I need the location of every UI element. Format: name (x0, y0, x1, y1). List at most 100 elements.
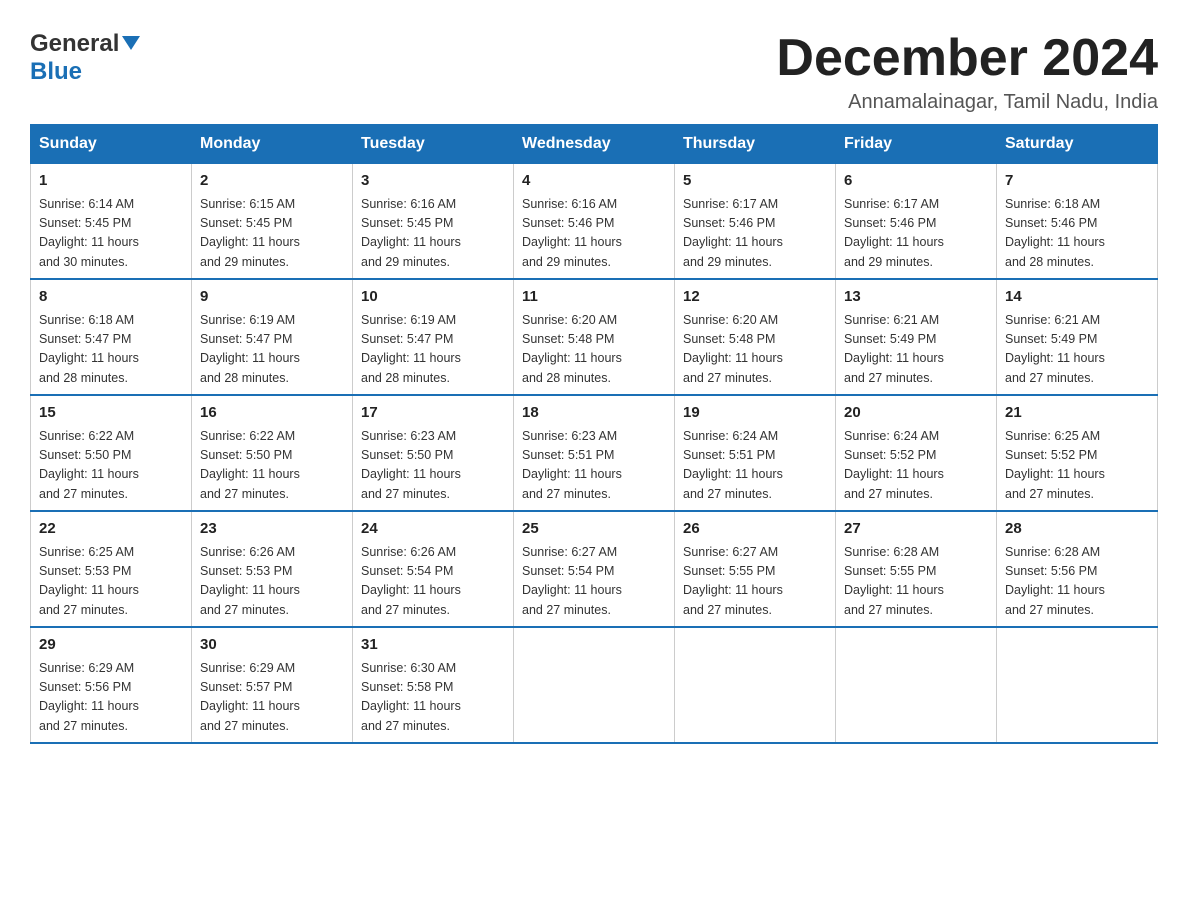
calendar-cell: 2 Sunrise: 6:15 AM Sunset: 5:45 PM Dayli… (192, 164, 353, 280)
day-info: Sunrise: 6:22 AM Sunset: 5:50 PM Dayligh… (200, 427, 344, 505)
calendar-cell (675, 627, 836, 743)
calendar-cell (514, 627, 675, 743)
day-number: 1 (39, 170, 183, 193)
calendar-week-5: 29 Sunrise: 6:29 AM Sunset: 5:56 PM Dayl… (31, 627, 1158, 743)
calendar-week-2: 8 Sunrise: 6:18 AM Sunset: 5:47 PM Dayli… (31, 279, 1158, 395)
day-info: Sunrise: 6:15 AM Sunset: 5:45 PM Dayligh… (200, 195, 344, 273)
calendar-cell: 28 Sunrise: 6:28 AM Sunset: 5:56 PM Dayl… (997, 511, 1158, 627)
calendar-cell: 14 Sunrise: 6:21 AM Sunset: 5:49 PM Dayl… (997, 279, 1158, 395)
calendar-cell: 3 Sunrise: 6:16 AM Sunset: 5:45 PM Dayli… (353, 164, 514, 280)
calendar-cell: 29 Sunrise: 6:29 AM Sunset: 5:56 PM Dayl… (31, 627, 192, 743)
calendar-cell: 5 Sunrise: 6:17 AM Sunset: 5:46 PM Dayli… (675, 164, 836, 280)
calendar-week-4: 22 Sunrise: 6:25 AM Sunset: 5:53 PM Dayl… (31, 511, 1158, 627)
day-number: 25 (522, 518, 666, 541)
day-info: Sunrise: 6:24 AM Sunset: 5:51 PM Dayligh… (683, 427, 827, 505)
day-info: Sunrise: 6:23 AM Sunset: 5:51 PM Dayligh… (522, 427, 666, 505)
calendar-cell: 11 Sunrise: 6:20 AM Sunset: 5:48 PM Dayl… (514, 279, 675, 395)
calendar-cell: 12 Sunrise: 6:20 AM Sunset: 5:48 PM Dayl… (675, 279, 836, 395)
day-number: 22 (39, 518, 183, 541)
day-info: Sunrise: 6:26 AM Sunset: 5:54 PM Dayligh… (361, 543, 505, 621)
day-number: 27 (844, 518, 988, 541)
title-area: December 2024 Annamalainagar, Tamil Nadu… (776, 30, 1158, 114)
day-info: Sunrise: 6:19 AM Sunset: 5:47 PM Dayligh… (200, 311, 344, 389)
calendar-header-tuesday: Tuesday (353, 125, 514, 164)
day-number: 29 (39, 634, 183, 657)
calendar-cell: 25 Sunrise: 6:27 AM Sunset: 5:54 PM Dayl… (514, 511, 675, 627)
day-info: Sunrise: 6:20 AM Sunset: 5:48 PM Dayligh… (522, 311, 666, 389)
day-number: 12 (683, 286, 827, 309)
day-number: 6 (844, 170, 988, 193)
day-info: Sunrise: 6:25 AM Sunset: 5:53 PM Dayligh… (39, 543, 183, 621)
calendar-cell: 1 Sunrise: 6:14 AM Sunset: 5:45 PM Dayli… (31, 164, 192, 280)
calendar-cell: 20 Sunrise: 6:24 AM Sunset: 5:52 PM Dayl… (836, 395, 997, 511)
day-info: Sunrise: 6:17 AM Sunset: 5:46 PM Dayligh… (683, 195, 827, 273)
day-number: 11 (522, 286, 666, 309)
day-number: 18 (522, 402, 666, 425)
day-info: Sunrise: 6:22 AM Sunset: 5:50 PM Dayligh… (39, 427, 183, 505)
day-info: Sunrise: 6:19 AM Sunset: 5:47 PM Dayligh… (361, 311, 505, 389)
calendar-cell: 7 Sunrise: 6:18 AM Sunset: 5:46 PM Dayli… (997, 164, 1158, 280)
calendar-cell: 17 Sunrise: 6:23 AM Sunset: 5:50 PM Dayl… (353, 395, 514, 511)
day-number: 20 (844, 402, 988, 425)
calendar-header-sunday: Sunday (31, 125, 192, 164)
calendar-header-wednesday: Wednesday (514, 125, 675, 164)
logo: General Blue (30, 30, 140, 86)
calendar-cell (997, 627, 1158, 743)
day-number: 9 (200, 286, 344, 309)
day-info: Sunrise: 6:25 AM Sunset: 5:52 PM Dayligh… (1005, 427, 1149, 505)
page-header: General Blue December 2024 Annamalainaga… (30, 30, 1158, 114)
calendar-cell: 6 Sunrise: 6:17 AM Sunset: 5:46 PM Dayli… (836, 164, 997, 280)
day-number: 16 (200, 402, 344, 425)
calendar-cell: 9 Sunrise: 6:19 AM Sunset: 5:47 PM Dayli… (192, 279, 353, 395)
day-number: 5 (683, 170, 827, 193)
calendar-cell: 24 Sunrise: 6:26 AM Sunset: 5:54 PM Dayl… (353, 511, 514, 627)
day-info: Sunrise: 6:30 AM Sunset: 5:58 PM Dayligh… (361, 659, 505, 737)
day-info: Sunrise: 6:17 AM Sunset: 5:46 PM Dayligh… (844, 195, 988, 273)
day-number: 13 (844, 286, 988, 309)
calendar-table: SundayMondayTuesdayWednesdayThursdayFrid… (30, 124, 1158, 744)
day-number: 19 (683, 402, 827, 425)
day-info: Sunrise: 6:21 AM Sunset: 5:49 PM Dayligh… (1005, 311, 1149, 389)
day-info: Sunrise: 6:16 AM Sunset: 5:45 PM Dayligh… (361, 195, 505, 273)
day-number: 15 (39, 402, 183, 425)
day-info: Sunrise: 6:28 AM Sunset: 5:55 PM Dayligh… (844, 543, 988, 621)
day-info: Sunrise: 6:18 AM Sunset: 5:47 PM Dayligh… (39, 311, 183, 389)
day-number: 3 (361, 170, 505, 193)
calendar-cell: 15 Sunrise: 6:22 AM Sunset: 5:50 PM Dayl… (31, 395, 192, 511)
day-number: 8 (39, 286, 183, 309)
calendar-week-3: 15 Sunrise: 6:22 AM Sunset: 5:50 PM Dayl… (31, 395, 1158, 511)
calendar-header-thursday: Thursday (675, 125, 836, 164)
day-info: Sunrise: 6:16 AM Sunset: 5:46 PM Dayligh… (522, 195, 666, 273)
page-title: December 2024 (776, 30, 1158, 87)
calendar-cell: 10 Sunrise: 6:19 AM Sunset: 5:47 PM Dayl… (353, 279, 514, 395)
day-number: 24 (361, 518, 505, 541)
calendar-header-monday: Monday (192, 125, 353, 164)
calendar-cell (836, 627, 997, 743)
calendar-header-row: SundayMondayTuesdayWednesdayThursdayFrid… (31, 125, 1158, 164)
calendar-cell: 4 Sunrise: 6:16 AM Sunset: 5:46 PM Dayli… (514, 164, 675, 280)
day-number: 17 (361, 402, 505, 425)
day-info: Sunrise: 6:24 AM Sunset: 5:52 PM Dayligh… (844, 427, 988, 505)
day-number: 10 (361, 286, 505, 309)
day-number: 7 (1005, 170, 1149, 193)
calendar-cell: 26 Sunrise: 6:27 AM Sunset: 5:55 PM Dayl… (675, 511, 836, 627)
day-number: 30 (200, 634, 344, 657)
calendar-header-friday: Friday (836, 125, 997, 164)
calendar-cell: 22 Sunrise: 6:25 AM Sunset: 5:53 PM Dayl… (31, 511, 192, 627)
day-number: 26 (683, 518, 827, 541)
day-info: Sunrise: 6:23 AM Sunset: 5:50 PM Dayligh… (361, 427, 505, 505)
calendar-cell: 27 Sunrise: 6:28 AM Sunset: 5:55 PM Dayl… (836, 511, 997, 627)
calendar-cell: 18 Sunrise: 6:23 AM Sunset: 5:51 PM Dayl… (514, 395, 675, 511)
day-info: Sunrise: 6:27 AM Sunset: 5:55 PM Dayligh… (683, 543, 827, 621)
calendar-cell: 19 Sunrise: 6:24 AM Sunset: 5:51 PM Dayl… (675, 395, 836, 511)
day-number: 2 (200, 170, 344, 193)
day-number: 31 (361, 634, 505, 657)
calendar-cell: 23 Sunrise: 6:26 AM Sunset: 5:53 PM Dayl… (192, 511, 353, 627)
logo-blue: Blue (30, 58, 82, 85)
calendar-cell: 30 Sunrise: 6:29 AM Sunset: 5:57 PM Dayl… (192, 627, 353, 743)
day-info: Sunrise: 6:29 AM Sunset: 5:56 PM Dayligh… (39, 659, 183, 737)
logo-triangle-icon (122, 36, 140, 50)
logo-general: General (30, 30, 119, 58)
calendar-cell: 13 Sunrise: 6:21 AM Sunset: 5:49 PM Dayl… (836, 279, 997, 395)
day-info: Sunrise: 6:29 AM Sunset: 5:57 PM Dayligh… (200, 659, 344, 737)
